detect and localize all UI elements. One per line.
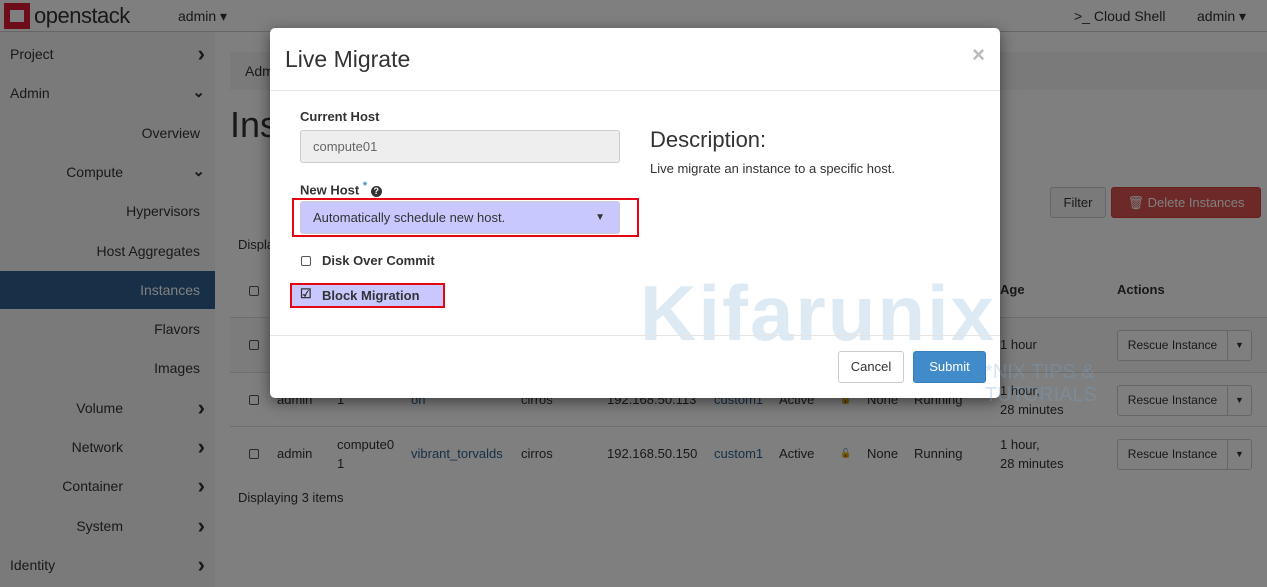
block-migration-label[interactable]: Block Migration xyxy=(322,288,420,303)
close-icon[interactable]: × xyxy=(972,42,985,68)
modal-title: Live Migrate xyxy=(285,46,411,72)
cancel-button[interactable]: Cancel xyxy=(838,351,904,383)
help-icon[interactable]: ? xyxy=(370,186,382,198)
disk-over-commit-checkbox[interactable] xyxy=(301,256,311,266)
block-migration-checkbox-checked-icon[interactable]: ☑ xyxy=(300,286,312,302)
highlight-new-host xyxy=(292,198,639,237)
modal-footer xyxy=(270,335,1000,336)
watermark-logo: Kifarunix xyxy=(640,269,997,357)
current-host-field: compute01 xyxy=(300,130,620,163)
new-host-label: New Host * ? xyxy=(300,180,382,198)
disk-over-commit-label[interactable]: Disk Over Commit xyxy=(322,253,435,268)
required-mark: * xyxy=(362,180,368,192)
live-migrate-dialog: Live Migrate × Kifarunix *NIX TIPS & TUT… xyxy=(270,28,1097,406)
watermark-tagline: *NIX TIPS & TUTORIALS xyxy=(985,361,1097,406)
description-text: Live migrate an instance to a specific h… xyxy=(650,161,895,176)
submit-button[interactable]: Submit xyxy=(913,351,986,383)
current-host-label: Current Host xyxy=(300,109,380,124)
description-title: Description: xyxy=(650,127,767,152)
modal-header: Live Migrate × xyxy=(270,28,1000,91)
